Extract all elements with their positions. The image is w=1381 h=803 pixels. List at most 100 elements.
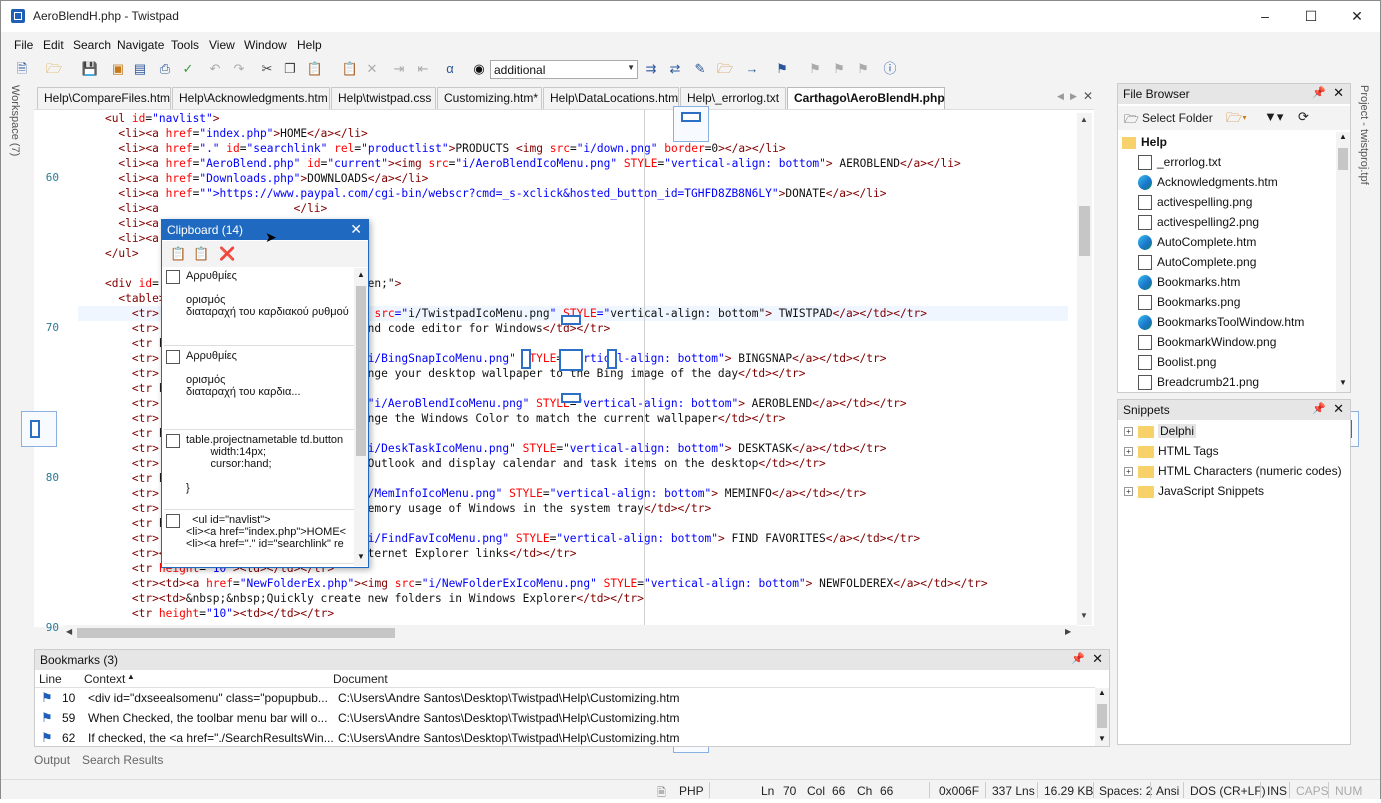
case-icon[interactable]: α [441, 60, 459, 78]
menu-window[interactable]: Window [244, 38, 287, 52]
bookmark-flag-icon[interactable]: ⚑ [773, 60, 791, 78]
next-bookmark-icon[interactable]: ⚑ [830, 60, 848, 78]
print-icon[interactable]: ⎙ [156, 60, 174, 78]
code-line[interactable]: <li><a href="AeroBlend.php" id="current"… [78, 156, 1068, 171]
goto-icon[interactable]: → [743, 60, 761, 78]
snippet-folder[interactable]: + HTML Characters (numeric codes) [1124, 461, 1342, 481]
copy-icon[interactable]: ❐ [281, 60, 299, 78]
code-line[interactable]: <li><a href="">https://www.paypal.com/cg… [78, 186, 1068, 201]
clipboard-item[interactable]: <ul id="navlist"> <li><a href="index.php… [164, 512, 354, 564]
workspace-tab[interactable]: Workspace (7) [9, 85, 21, 156]
print-preview-icon[interactable]: ▤ [131, 60, 149, 78]
code-line[interactable]: <li><a href="index.php">HOME</a></li> [78, 126, 1068, 141]
dock-guide-left[interactable] [21, 411, 57, 447]
editor-vertical-scrollbar[interactable]: ▲ ▼ [1077, 113, 1092, 625]
code-line[interactable]: <li><a href="." id="searchlink" rel="pro… [78, 141, 1068, 156]
binoculars-icon[interactable]: ◉ [470, 60, 488, 78]
redo-icon[interactable]: ↷ [230, 60, 248, 78]
column-context[interactable]: Context [84, 672, 125, 686]
project-tab[interactable]: Project - twistproj.tpf [1358, 85, 1370, 185]
scroll-up-icon[interactable]: ▲ [1098, 688, 1106, 697]
column-line[interactable]: Line [39, 672, 62, 686]
clear-clipboard-icon[interactable]: ❌ [219, 246, 235, 262]
file-item[interactable]: Boolist.png [1138, 352, 1216, 372]
save-icon[interactable]: 💾 [81, 60, 99, 78]
code-line[interactable]: <li><a href="Downloads.php">DOWNLOADS</a… [78, 171, 1068, 186]
bookmark-row[interactable]: ⚑ 10 <div id="dxseealsomenu" class="popupb… [35, 688, 1093, 708]
help-icon[interactable]: ⓘ [881, 60, 899, 78]
undo-icon[interactable]: ↶ [206, 60, 224, 78]
expand-icon[interactable]: + [1124, 447, 1133, 457]
file-item[interactable]: BookmarksToolWindow.htm [1138, 312, 1304, 332]
file-item[interactable]: AutoComplete.htm [1138, 232, 1256, 252]
expand-icon[interactable]: + [1124, 487, 1133, 497]
close-icon[interactable]: ✕ [1333, 85, 1344, 101]
expand-icon[interactable]: + [1124, 467, 1133, 477]
clipboard-item[interactable]: Αρρυθμίες ορισμός διαταραχή του καρδια..… [164, 348, 354, 430]
scroll-up-icon[interactable]: ▲ [1080, 115, 1088, 124]
status-eol[interactable]: DOS (CR+LF) [1190, 784, 1266, 798]
dock-right-icon[interactable] [607, 349, 617, 369]
scroll-right-icon[interactable]: ▶ [1065, 627, 1071, 636]
code-line[interactable]: <tr height="10"><td></td></tr> [78, 606, 1068, 621]
minimize-button[interactable]: – [1242, 1, 1288, 32]
prev-bookmark-icon[interactable]: ⚑ [806, 60, 824, 78]
menu-file[interactable]: File [14, 38, 33, 52]
tab-search-results[interactable]: Search Results [82, 753, 163, 767]
tab-twistpad-css[interactable]: Help\twistpad.css [331, 87, 436, 109]
close-icon[interactable]: ✕ [1092, 651, 1103, 667]
scroll-down-icon[interactable]: ▼ [1339, 378, 1347, 387]
scroll-thumb[interactable] [1079, 206, 1090, 256]
bookmark-row[interactable]: ⚑ 59 When Checked, the toolbar menu bar wi… [35, 708, 1093, 728]
bookmark-row[interactable]: ⚑ 62 If checked, the <a href="./SearchResu… [35, 728, 1093, 748]
scroll-down-icon[interactable]: ▼ [1098, 734, 1106, 743]
maximize-button[interactable]: ☐ [1288, 1, 1334, 32]
scroll-thumb[interactable] [356, 286, 366, 456]
file-item[interactable]: _errorlog.txt [1138, 152, 1221, 172]
menu-view[interactable]: View [209, 38, 235, 52]
tab-scroll-right-icon[interactable]: ▶ [1070, 91, 1077, 102]
bookmarks-scrollbar[interactable]: ▲ ▼ [1095, 688, 1109, 746]
dock-fill-icon[interactable] [559, 349, 583, 371]
file-item[interactable]: Breadcrumb21.png [1138, 372, 1259, 392]
scroll-thumb[interactable] [77, 628, 395, 638]
clipboard-item[interactable]: table.projectnametable td.button width:1… [164, 432, 354, 510]
file-browser-scrollbar[interactable]: ▲ ▼ [1336, 132, 1350, 392]
file-item[interactable]: BookmarkWindow.png [1138, 332, 1276, 352]
snippet-folder[interactable]: + HTML Tags [1124, 441, 1219, 461]
file-item[interactable]: AutoComplete.png [1138, 252, 1256, 272]
clipboard-icon[interactable]: 📋 [341, 60, 359, 78]
folder-help[interactable]: Help [1122, 132, 1167, 152]
code-line[interactable]: <li><a </li> [78, 201, 1068, 216]
code-line[interactable]: <tr><td>&nbsp;&nbsp;Quickly create new f… [78, 591, 1068, 606]
filter-icon[interactable]: ▼▾ [1264, 109, 1283, 125]
select-folder-button[interactable]: Select Folder [1142, 111, 1213, 125]
file-item[interactable]: Bookmarks.png [1138, 292, 1240, 312]
pin-icon[interactable]: 📌 [1312, 402, 1326, 415]
clipboard-item[interactable]: Αρρυθμίες ορισμός διαταραχή του καρδιακο… [164, 268, 354, 346]
column-document[interactable]: Document [333, 672, 388, 686]
file-item[interactable]: Bookmarks.htm [1138, 272, 1240, 292]
clipboard-scrollbar[interactable]: ▲ ▼ [354, 268, 368, 566]
editor-horizontal-scrollbar[interactable]: ◀ ▶ [63, 625, 1077, 641]
tab-customizing[interactable]: Customizing.htm* [437, 87, 542, 109]
menu-search[interactable]: Search [73, 38, 111, 52]
menu-help[interactable]: Help [297, 38, 322, 52]
folder-search-icon[interactable]: 🗁 [716, 60, 734, 78]
cut-icon[interactable]: ✂ [258, 60, 276, 78]
status-language[interactable]: PHP [679, 784, 704, 798]
scroll-thumb[interactable] [1338, 148, 1348, 170]
menu-tools[interactable]: Tools [171, 38, 199, 52]
clear-bookmarks-icon[interactable]: ⚑ [854, 60, 872, 78]
search-combo[interactable]: additional ▼ [490, 60, 638, 79]
chevron-down-icon[interactable]: ▼ [627, 63, 635, 72]
status-spaces[interactable]: Spaces: 2 [1099, 784, 1152, 798]
paste-icon[interactable]: 📋 [170, 246, 186, 262]
dock-top-icon[interactable] [561, 315, 581, 325]
tab-acknowledgments[interactable]: Help\Acknowledgments.htm [172, 87, 330, 109]
menu-edit[interactable]: Edit [43, 38, 64, 52]
file-item[interactable]: Acknowledgments.htm [1138, 172, 1278, 192]
file-item[interactable]: activespelling2.png [1138, 212, 1259, 232]
delete-icon[interactable]: ✕ [363, 60, 381, 78]
refresh-icon[interactable]: ⟳ [1298, 109, 1309, 125]
